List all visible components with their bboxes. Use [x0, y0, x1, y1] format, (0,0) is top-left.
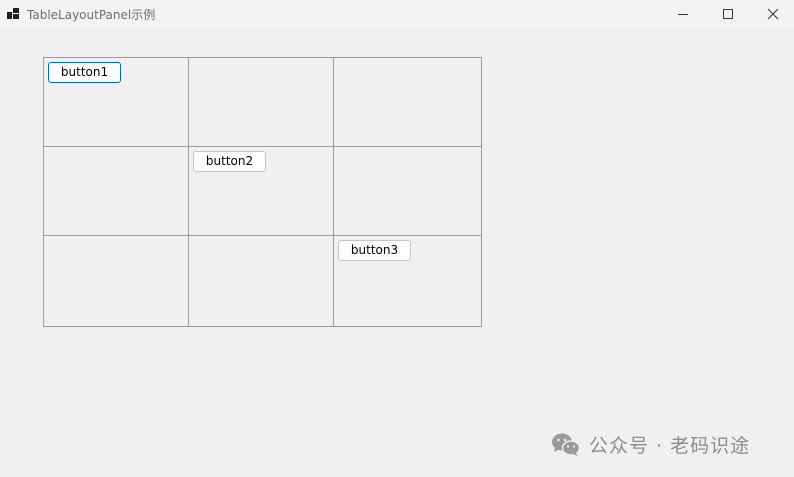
table-cell-r1c2	[189, 58, 334, 147]
watermark-text: 公众号 · 老码识途	[589, 435, 751, 457]
table-cell-r1c3	[334, 58, 481, 147]
wechat-icon	[552, 433, 581, 456]
app-window-icon	[7, 8, 19, 19]
button1[interactable]: button1	[48, 62, 121, 83]
table-cell-r3c2	[189, 236, 334, 326]
close-button[interactable]	[750, 0, 794, 28]
maximize-button[interactable]	[705, 0, 751, 28]
table-cell-r2c2: button2	[189, 147, 334, 236]
table-cell-r1c1: button1	[44, 58, 189, 147]
watermark: 公众号 · 老码识途	[551, 431, 750, 458]
maximize-icon	[723, 9, 733, 19]
button2[interactable]: button2	[193, 151, 266, 172]
title-bar: TableLayoutPanel示例	[0, 0, 794, 28]
table-layout-panel: button1 button2 button3	[43, 57, 482, 327]
minimize-button[interactable]	[660, 0, 706, 28]
table-cell-r2c1	[44, 147, 189, 236]
button3[interactable]: button3	[338, 240, 411, 261]
table-cell-r2c3	[334, 147, 481, 236]
close-icon	[767, 8, 779, 20]
window-title: TableLayoutPanel示例	[27, 8, 156, 22]
minimize-icon	[678, 14, 688, 15]
table-cell-r3c1	[44, 236, 189, 326]
table-cell-r3c3: button3	[334, 236, 481, 326]
